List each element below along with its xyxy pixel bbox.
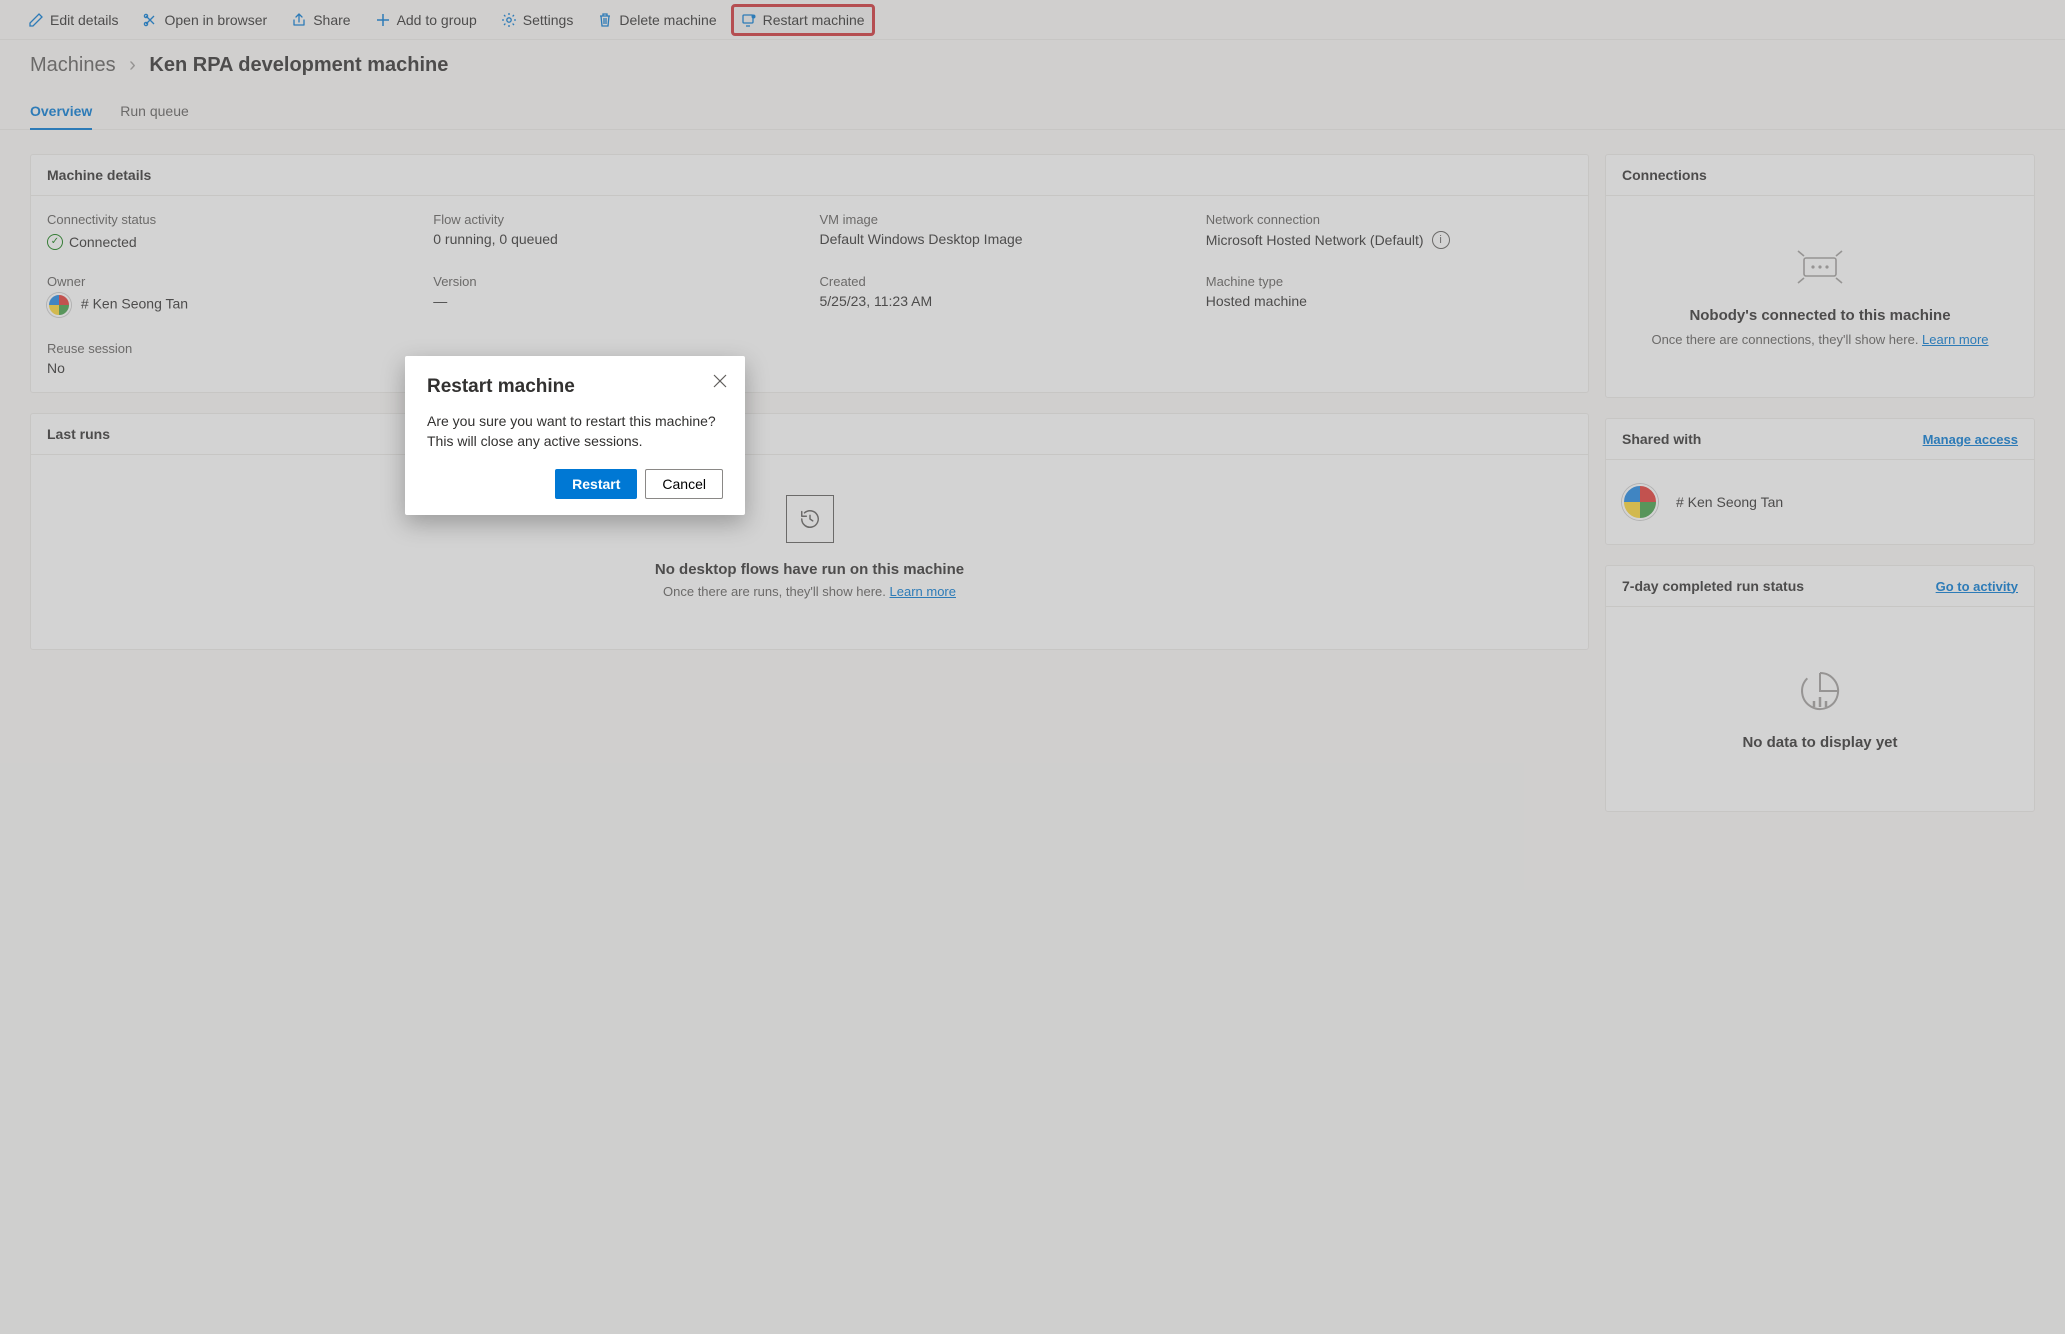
dialog-body: Are you sure you want to restart this ma… — [427, 412, 723, 451]
dialog-title: Restart machine — [427, 376, 723, 398]
restart-machine-dialog: Restart machine Are you sure you want to… — [405, 356, 745, 515]
restart-confirm-button[interactable]: Restart — [555, 469, 637, 499]
modal-overlay[interactable] — [0, 0, 2065, 1334]
close-icon — [713, 374, 727, 388]
close-button[interactable] — [709, 370, 731, 395]
cancel-button[interactable]: Cancel — [645, 469, 723, 499]
